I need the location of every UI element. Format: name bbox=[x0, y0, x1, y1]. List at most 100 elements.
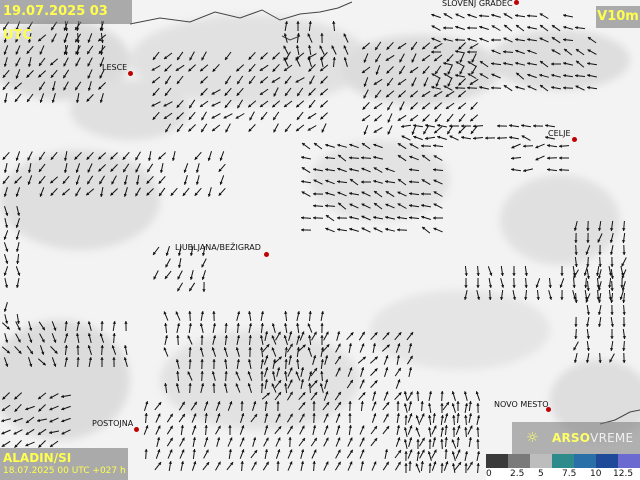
wind-arrow bbox=[586, 86, 598, 90]
wind-arrow bbox=[100, 344, 104, 356]
wind-arrow bbox=[398, 65, 406, 75]
wind-arrow bbox=[236, 87, 244, 97]
wind-arrow bbox=[111, 175, 117, 185]
wind-arrow bbox=[371, 461, 377, 471]
wind-arrow bbox=[176, 370, 180, 382]
wind-arrow bbox=[218, 163, 226, 173]
wind-arrow bbox=[86, 175, 94, 185]
wind-arrow bbox=[248, 323, 253, 333]
wind-arrow bbox=[124, 320, 128, 332]
wind-arrow bbox=[385, 54, 395, 62]
wind-arrow bbox=[349, 203, 359, 209]
wind-arrow bbox=[445, 90, 455, 98]
wind-arrow bbox=[370, 368, 378, 376]
wind-arrow bbox=[512, 277, 516, 289]
wind-arrow bbox=[421, 154, 431, 162]
wind-arrow bbox=[15, 187, 21, 197]
wind-arrow bbox=[598, 221, 602, 231]
wind-arrow bbox=[464, 265, 468, 277]
wind-arrow bbox=[357, 356, 367, 364]
wind-arrow bbox=[308, 371, 313, 381]
wind-arrow bbox=[348, 400, 352, 412]
wind-arrow bbox=[442, 26, 454, 30]
wind-arrow bbox=[444, 424, 448, 436]
wind-arrow bbox=[189, 269, 194, 281]
wind-arrow bbox=[247, 100, 257, 108]
wind-arrow bbox=[236, 311, 241, 321]
wind-arrow bbox=[325, 179, 335, 185]
wind-arrow bbox=[16, 314, 20, 324]
wind-arrow bbox=[38, 175, 46, 185]
wind-arrow bbox=[191, 425, 197, 435]
wind-arrow bbox=[312, 355, 317, 365]
wind-arrow bbox=[75, 175, 81, 185]
wind-arrow bbox=[573, 220, 578, 232]
wind-arrow bbox=[211, 89, 221, 95]
wind-arrow bbox=[421, 203, 431, 208]
wind-arrow bbox=[98, 82, 106, 90]
wind-arrow bbox=[211, 371, 216, 381]
wind-arrow bbox=[476, 462, 480, 474]
wind-arrow bbox=[434, 65, 442, 75]
wind-arrow bbox=[397, 191, 407, 197]
wind-arrow bbox=[386, 41, 394, 51]
wind-arrow bbox=[409, 90, 419, 98]
wind-arrow bbox=[86, 45, 94, 55]
wind-arrow bbox=[1, 440, 11, 448]
wind-arrow bbox=[154, 401, 162, 411]
wind-arrow bbox=[469, 114, 479, 122]
wind-arrow bbox=[325, 214, 335, 222]
wind-arrow bbox=[562, 86, 574, 90]
wind-arrow bbox=[202, 281, 206, 293]
wind-arrow bbox=[397, 178, 407, 186]
wind-arrow bbox=[236, 335, 241, 345]
wind-arrow bbox=[286, 413, 294, 423]
wind-arrow bbox=[166, 437, 174, 447]
wind-arrow bbox=[539, 84, 549, 92]
wind-arrow bbox=[491, 38, 501, 42]
wind-arrow bbox=[112, 321, 116, 331]
wind-arrow bbox=[346, 449, 354, 459]
wind-arrow bbox=[177, 270, 183, 280]
wind-arrow bbox=[562, 61, 574, 66]
wind-arrow bbox=[421, 178, 431, 186]
wind-arrow bbox=[168, 461, 172, 471]
wind-arrow bbox=[273, 87, 279, 97]
wind-arrow bbox=[484, 136, 496, 140]
wind-arrow bbox=[422, 114, 430, 122]
wind-arrow bbox=[449, 124, 459, 128]
wind-arrow bbox=[413, 124, 423, 128]
wind-arrow bbox=[610, 220, 614, 232]
wind-arrow bbox=[3, 187, 8, 197]
wind-arrow bbox=[323, 391, 329, 401]
wind-arrow bbox=[200, 123, 208, 133]
wind-arrow bbox=[574, 316, 578, 328]
wind-arrow bbox=[348, 156, 360, 160]
wind-arrow bbox=[284, 123, 292, 133]
wind-arrow bbox=[25, 441, 35, 447]
wind-arrow bbox=[563, 48, 573, 56]
wind-arrow bbox=[431, 449, 437, 459]
wind-arrow bbox=[359, 343, 365, 353]
brand-logo: ARSOVREME bbox=[552, 431, 634, 445]
wind-arrow bbox=[444, 413, 449, 423]
wind-arrow bbox=[425, 123, 435, 128]
wind-arrow bbox=[3, 302, 8, 312]
wind-arrow bbox=[431, 50, 441, 54]
wind-arrow bbox=[283, 45, 289, 55]
wind-arrow bbox=[394, 367, 402, 377]
wind-arrow bbox=[372, 155, 384, 160]
wind-arrow bbox=[373, 167, 383, 173]
wind-arrow bbox=[13, 429, 23, 435]
wind-arrow bbox=[451, 391, 456, 401]
wind-arrow bbox=[288, 331, 293, 341]
wind-arrow bbox=[457, 90, 467, 98]
wind-arrow bbox=[337, 228, 347, 232]
wind-arrow bbox=[323, 425, 329, 435]
wind-arrow bbox=[227, 437, 233, 447]
wind-arrow bbox=[135, 151, 141, 161]
wind-arrow bbox=[183, 163, 189, 173]
wind-arrow bbox=[359, 425, 365, 435]
wind-arrow bbox=[551, 24, 561, 32]
wind-arrow bbox=[456, 436, 460, 448]
